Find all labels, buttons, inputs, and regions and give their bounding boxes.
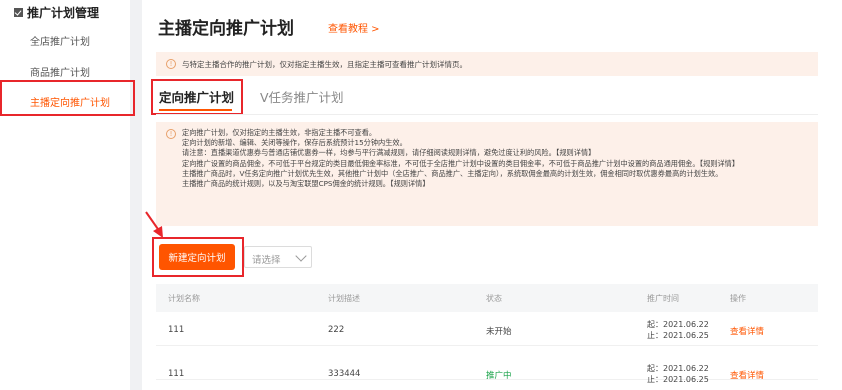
cell-period: 起：2021.06.22 止：2021.06.25 — [647, 363, 709, 385]
rules-line: 主播推广商品的统计规则，以及与淘宝联盟CPS佣金的统计规则。【规则详情】 — [182, 179, 430, 189]
sidebar: 推广计划管理 全店推广计划 商品推广计划 主播定向推广计划 — [0, 0, 130, 390]
column-header-name: 计划名称 — [168, 294, 200, 303]
highlight-box-button — [152, 237, 244, 277]
tab-v-task-plan[interactable]: V任务推广计划 — [260, 87, 344, 106]
rules-line: 请注意：直播渠道优惠券与普通店铺优惠券一样，均参与平行满减规则，请仔细阅读规则详… — [182, 148, 596, 158]
table-header: 计划名称 计划描述 状态 推广时间 操作 — [156, 284, 818, 312]
cell-description: 333444 — [328, 369, 361, 379]
filter-select[interactable]: 请选择 — [244, 246, 312, 268]
checkbox-square-icon — [14, 8, 23, 17]
top-notice-text: 与特定主播合作的推广计划，仅对指定主播生效，且指定主播可查看推广计划详情页。 — [182, 59, 467, 69]
column-header-description: 计划描述 — [328, 294, 360, 303]
table-row: 111 333444 推广中 起：2021.06.22 止：2021.06.25… — [156, 346, 818, 384]
period-start: 起：2021.06.22 — [647, 320, 709, 329]
cell-description: 222 — [328, 325, 345, 335]
highlight-box-sidebar — [0, 80, 135, 116]
rules-notice-lines: 定向推广计划，仅对指定的主播生效，非指定主播不可查看。 定向计划的新增、编辑、关… — [182, 128, 806, 189]
table-row: 111 222 未开始 起：2021.06.22 止：2021.06.25 查看… — [156, 312, 818, 346]
tutorial-link[interactable]: 查看教程 > — [328, 20, 380, 35]
rules-line: 定向推广计划，仅对指定的主播生效，非指定主播不可查看。 — [182, 128, 377, 137]
sidebar-item-store-plan[interactable]: 全店推广计划 — [30, 33, 90, 48]
cell-name: 111 — [168, 369, 185, 379]
status-badge: 推广中 — [486, 371, 512, 381]
rules-notice: ! 定向推广计划，仅对指定的主播生效，非指定主播不可查看。 定向计划的新增、编辑… — [156, 122, 818, 226]
top-notice: ! 与特定主播合作的推广计划，仅对指定主播生效，且指定主播可查看推广计划详情页。 — [156, 52, 818, 76]
page-title: 主播定向推广计划 — [158, 19, 294, 39]
rules-line: 定向计划的新增、编辑、关闭等操作，保存后系统预计15分钟内生效。 — [182, 138, 407, 148]
period-start: 起：2021.06.22 — [647, 364, 709, 373]
info-icon: ! — [166, 129, 176, 139]
sidebar-heading-label: 推广计划管理 — [27, 6, 100, 20]
chevron-down-icon — [295, 250, 307, 262]
rules-line: 定向推广设置的商品佣金，不可低于平台规定的类目最低佣金率标准，不可低于全店推广计… — [182, 158, 740, 168]
status-badge: 未开始 — [486, 327, 512, 337]
sidebar-heading: 推广计划管理 — [14, 4, 99, 21]
cell-period: 起：2021.06.22 止：2021.06.25 — [647, 319, 709, 341]
highlight-box-tab — [151, 79, 243, 115]
info-icon: ! — [166, 59, 176, 69]
filter-select-placeholder: 请选择 — [252, 255, 281, 266]
period-end: 止：2021.06.25 — [647, 331, 709, 340]
rules-line: 主播推广商品时，V任务定向推广计划优先生效，其他推广计划中（全店推广、商品推广、… — [182, 168, 723, 178]
cell-name: 111 — [168, 325, 185, 335]
sidebar-item-product-plan[interactable]: 商品推广计划 — [30, 64, 90, 79]
view-details-link[interactable]: 查看详情 — [730, 369, 764, 381]
view-details-link[interactable]: 查看详情 — [730, 325, 764, 337]
tab-divider — [156, 114, 818, 115]
column-header-period: 推广时间 — [647, 294, 679, 303]
period-end: 止：2021.06.25 — [647, 375, 709, 384]
main-panel: 主播定向推广计划 查看教程 > ! 与特定主播合作的推广计划，仅对指定主播生效，… — [142, 0, 842, 390]
column-header-status: 状态 — [486, 294, 502, 303]
column-header-action: 操作 — [730, 294, 746, 303]
plans-table: 计划名称 计划描述 状态 推广时间 操作 111 222 未开始 起：2021.… — [156, 284, 818, 390]
